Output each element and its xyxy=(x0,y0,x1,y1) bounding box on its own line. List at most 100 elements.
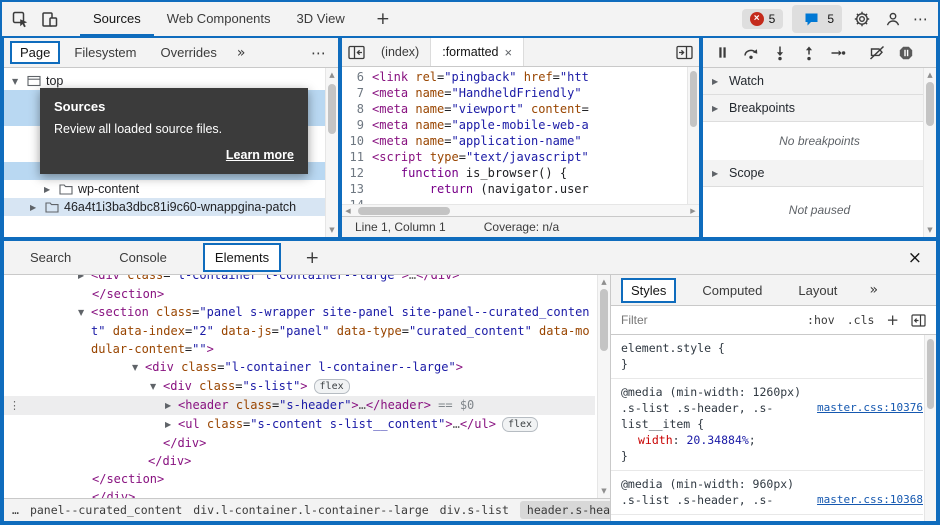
dom-node[interactable]: </section> xyxy=(4,285,595,303)
flex-badge[interactable]: flex xyxy=(313,379,350,394)
element-classes-button[interactable]: .cls xyxy=(847,313,875,327)
code-line[interactable]: 14 xyxy=(342,197,699,204)
dom-node[interactable]: </div> xyxy=(4,434,595,452)
inspect-icon[interactable] xyxy=(12,11,29,28)
tab-web-components[interactable]: Web Components xyxy=(154,2,284,36)
expand-arrow-icon[interactable] xyxy=(712,169,722,178)
expand-arrow-icon[interactable] xyxy=(44,185,54,194)
scrollbar-thumb[interactable] xyxy=(926,82,934,126)
expand-arrow-icon[interactable] xyxy=(30,203,40,212)
tab-page[interactable]: Page xyxy=(10,41,61,64)
pause-button[interactable] xyxy=(715,45,730,60)
styles-overflow-chevron[interactable]: » xyxy=(869,282,878,298)
scrollbar-thumb[interactable] xyxy=(600,289,608,351)
close-devtools-button[interactable]: × xyxy=(908,248,922,268)
dom-scrollbar[interactable] xyxy=(597,275,610,498)
editor-vscrollbar[interactable] xyxy=(687,67,699,204)
dom-node[interactable]: ▼ <section class="panel s-wrapper site-pa… xyxy=(4,303,595,358)
filter-input[interactable]: Filter xyxy=(621,313,795,327)
dom-node[interactable]: ▼ <div class="s-list"> flex xyxy=(4,377,595,396)
code-line[interactable]: 6 <link rel="pingback" href="htt xyxy=(342,69,699,85)
expand-arrow-icon[interactable]: ▶ xyxy=(165,397,178,415)
navigator-scrollbar[interactable] xyxy=(325,68,338,237)
expand-arrow-icon[interactable] xyxy=(712,104,722,113)
dom-node[interactable]: </section> xyxy=(4,470,595,488)
step-into-button[interactable] xyxy=(772,45,788,61)
line-number[interactable]: 12 xyxy=(342,165,372,181)
more-menu-icon[interactable]: ⋯ xyxy=(913,10,928,28)
code-editor[interactable]: 6 <link rel="pingback" href="htt 7 <meta na… xyxy=(342,67,699,204)
tab-overrides[interactable]: Overrides xyxy=(151,41,227,64)
expand-arrow-icon[interactable]: ▼ xyxy=(132,359,145,377)
tab-formatted-file[interactable]: :formatted × xyxy=(431,38,525,66)
code-line[interactable]: 13 return (navigator.user xyxy=(342,181,699,197)
scrollbar-thumb[interactable] xyxy=(328,84,336,134)
tab-styles[interactable]: Styles xyxy=(621,277,677,303)
scope-section-header[interactable]: Scope xyxy=(703,160,936,187)
breadcrumb-item[interactable]: div.l-container.l-container--large xyxy=(193,503,428,517)
dom-node[interactable]: </div> xyxy=(4,452,595,470)
code-line[interactable]: 7 <meta name="HandheldFriendly" xyxy=(342,85,699,101)
code-line[interactable]: 10 <meta name="application-name" xyxy=(342,133,699,149)
breadcrumb-item[interactable]: panel--curated_content xyxy=(30,503,182,517)
expand-arrow-icon[interactable] xyxy=(712,77,722,86)
step-button[interactable] xyxy=(830,45,846,61)
watch-section-header[interactable]: Watch xyxy=(703,68,936,95)
css-declaration[interactable]: width: 20.34884%; xyxy=(621,432,923,448)
tab-computed[interactable]: Computed xyxy=(692,278,772,303)
tab-layout[interactable]: Layout xyxy=(788,278,847,303)
expand-arrow-icon[interactable]: ▶ xyxy=(78,275,91,285)
deactivate-breakpoints-button[interactable] xyxy=(869,45,885,61)
debugger-scrollbar[interactable] xyxy=(923,68,936,237)
scroll-up-icon[interactable] xyxy=(924,70,936,80)
dom-tree[interactable]: ▶ <div class="l-container l-container--la… xyxy=(4,275,610,498)
breadcrumb-item[interactable]: div.s-list xyxy=(440,503,509,517)
flex-badge[interactable]: flex xyxy=(501,417,539,432)
line-number[interactable]: 14 xyxy=(342,197,372,204)
navigator-menu-icon[interactable]: ⋯ xyxy=(311,44,326,62)
step-over-button[interactable] xyxy=(743,45,759,61)
navigator-toggle-icon[interactable] xyxy=(342,38,370,66)
css-source-link[interactable]: master.css:10376 xyxy=(817,400,923,416)
scroll-left-icon[interactable] xyxy=(342,205,354,217)
errors-badge[interactable]: × 5 xyxy=(741,9,784,29)
tab-filesystem[interactable]: Filesystem xyxy=(64,41,146,64)
tab-console[interactable]: Console xyxy=(107,243,179,272)
scroll-down-icon[interactable] xyxy=(598,486,610,496)
line-number[interactable]: 11 xyxy=(342,149,372,165)
dom-node[interactable]: ⋮ ▶ <header class="s-header">…</header> ==… xyxy=(4,396,595,415)
toggle-element-state-button[interactable]: :hov xyxy=(807,313,835,327)
pause-on-exceptions-button[interactable] xyxy=(898,45,914,61)
scrollbar-thumb[interactable] xyxy=(690,71,697,127)
styles-scrollbar[interactable] xyxy=(924,335,936,521)
breadcrumb-overflow[interactable]: … xyxy=(12,503,19,517)
quick-source-icon[interactable] xyxy=(669,38,699,66)
scroll-down-icon[interactable] xyxy=(924,225,936,235)
more-tools-button[interactable]: + xyxy=(364,9,402,29)
line-number[interactable]: 6 xyxy=(342,69,372,85)
tab-elements[interactable]: Elements xyxy=(202,243,282,272)
settings-icon[interactable] xyxy=(851,8,873,30)
device-toolbar-icon[interactable] xyxy=(41,11,58,28)
tab-search[interactable]: Search xyxy=(18,243,83,272)
scrollbar-thumb[interactable] xyxy=(927,339,934,409)
scroll-down-icon[interactable] xyxy=(326,225,338,235)
tab-index-file[interactable]: (index) xyxy=(370,38,432,66)
code-line[interactable]: 12 function is_browser() { xyxy=(342,165,699,181)
tree-item-wp-content[interactable]: wp-content xyxy=(4,180,338,198)
more-tabs-chevron[interactable]: » xyxy=(237,45,246,61)
line-number[interactable]: 8 xyxy=(342,101,372,117)
expand-arrow-icon[interactable] xyxy=(12,77,22,86)
step-out-button[interactable] xyxy=(801,45,817,61)
line-number[interactable]: 10 xyxy=(342,133,372,149)
computed-sidebar-toggle-icon[interactable] xyxy=(911,313,926,327)
expand-arrow-icon[interactable]: ▶ xyxy=(165,416,178,434)
scroll-up-icon[interactable] xyxy=(326,70,338,80)
editor-hscrollbar[interactable] xyxy=(342,204,699,216)
line-number[interactable]: 7 xyxy=(342,85,372,101)
tree-item-hash-folder[interactable]: 46a4t1i3ba3dbc81i9c60-wnappgina-patch xyxy=(4,198,338,216)
tab-3d-view[interactable]: 3D View xyxy=(284,2,358,36)
expand-arrow-icon[interactable]: ▼ xyxy=(150,378,163,396)
new-style-rule-button[interactable]: + xyxy=(886,311,899,329)
code-line[interactable]: 9 <meta name="apple-mobile-web-a xyxy=(342,117,699,133)
